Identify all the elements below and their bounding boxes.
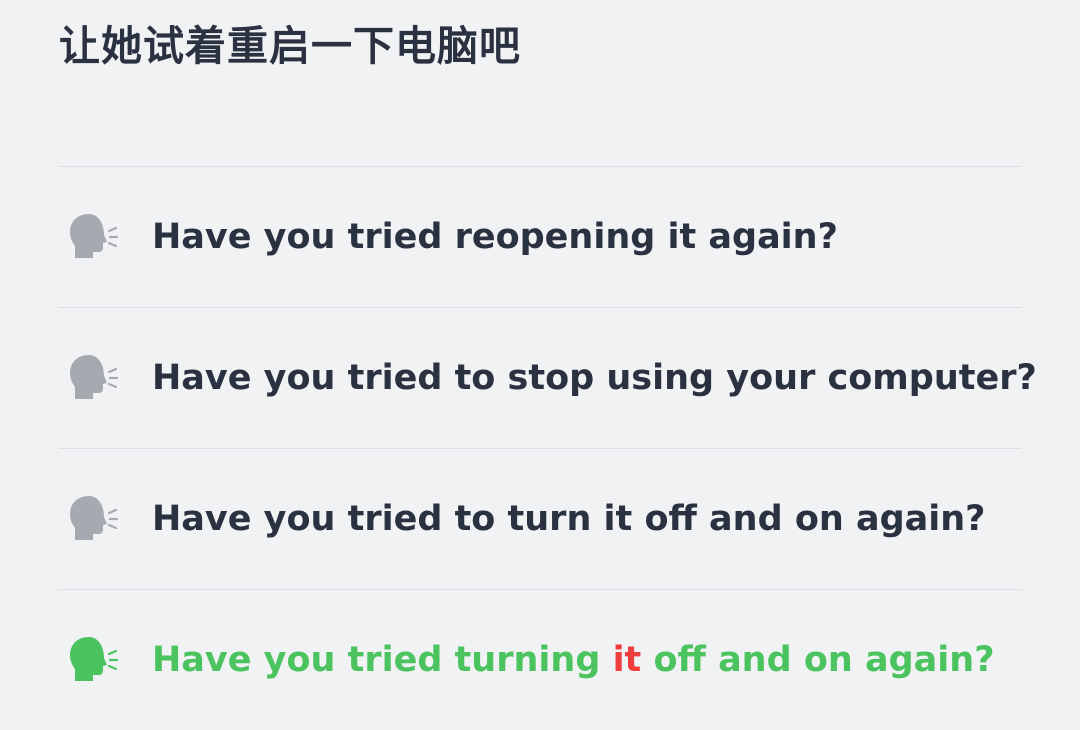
answer-option-label: Have you tried turning it off and on aga… (152, 640, 995, 680)
answer-option-4-selected[interactable]: Have you tried turning it off and on aga… (58, 589, 1022, 730)
question-title: 让她试着重启一下电脑吧 (59, 22, 521, 70)
highlighted-word: it (612, 640, 642, 680)
answer-option-label: Have you tried reopening it again? (152, 217, 838, 257)
label-part-after: off and on again? (641, 640, 995, 680)
answer-option-3[interactable]: Have you tried to turn it off and on aga… (58, 448, 1022, 589)
speaking-head-icon (67, 353, 119, 403)
answer-option-2[interactable]: Have you tried to stop using your comput… (58, 307, 1037, 448)
answer-options-list: Have you tried reopening it again? Have … (58, 166, 1037, 730)
speaking-head-icon (67, 635, 119, 685)
label-part-before: Have you tried turning (152, 640, 613, 680)
answer-option-label: Have you tried to turn it off and on aga… (152, 499, 986, 539)
answer-option-1[interactable]: Have you tried reopening it again? (58, 166, 1022, 307)
speaking-head-icon (67, 212, 119, 262)
speaking-head-icon (67, 494, 119, 544)
answer-option-label: Have you tried to stop using your comput… (152, 358, 1037, 398)
